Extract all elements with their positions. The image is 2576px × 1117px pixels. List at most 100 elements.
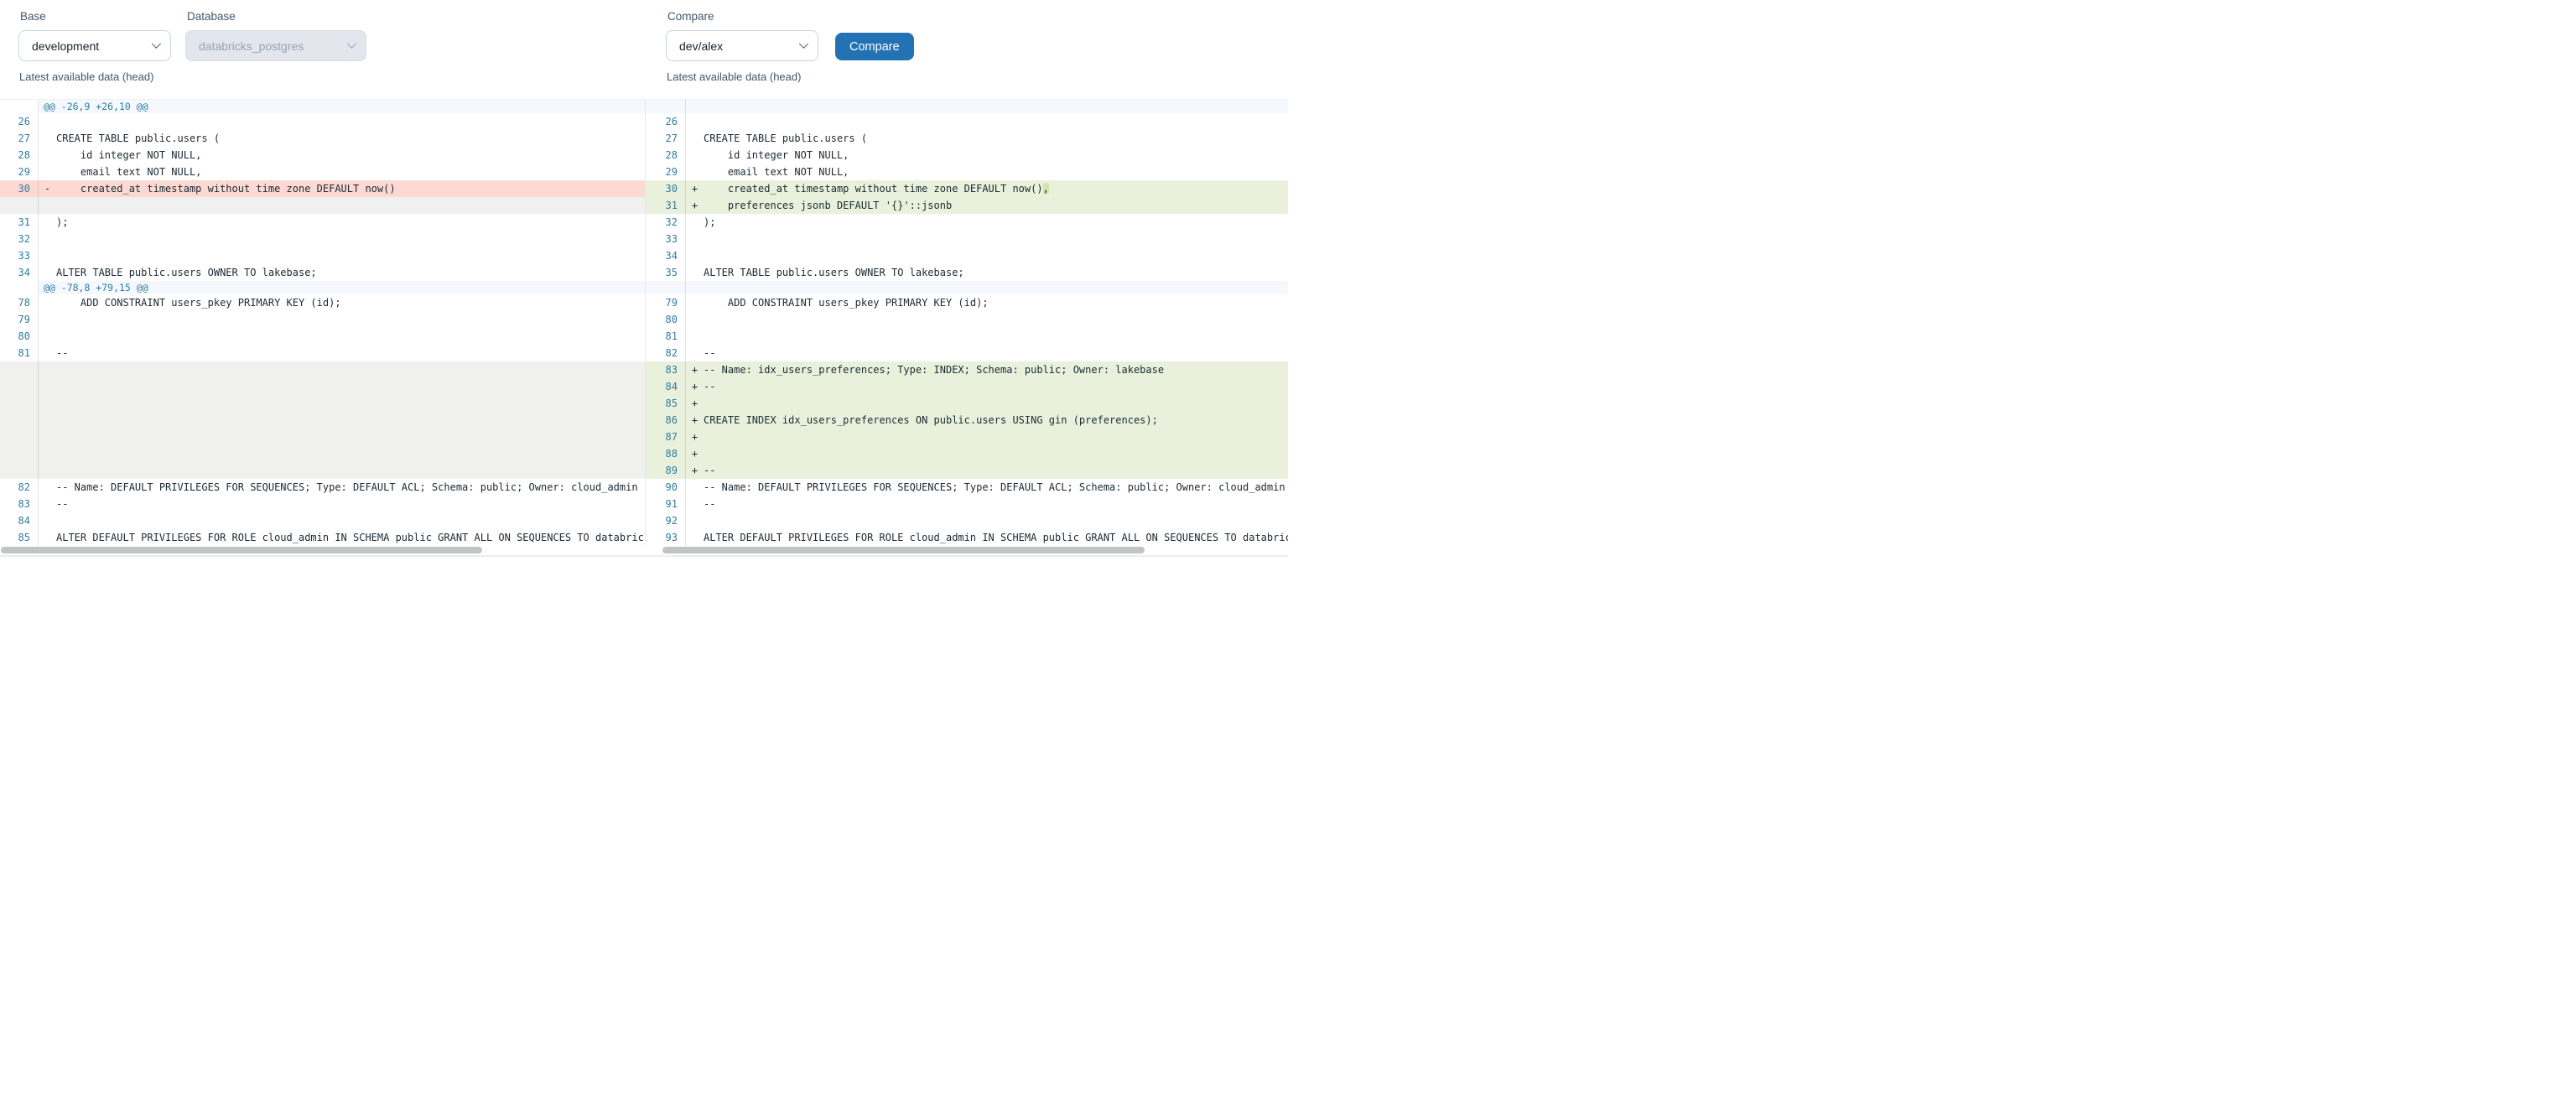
database-select-value: databricks_postgres <box>199 39 304 53</box>
spacer-row <box>0 395 645 412</box>
code-text: CREATE INDEX idx_users_preferences ON pu… <box>704 412 1288 429</box>
line-number: 30 <box>0 180 39 197</box>
base-select-value: development <box>32 39 99 53</box>
line-number: 27 <box>646 130 686 147</box>
line-number <box>0 361 39 378</box>
diff-marker <box>39 247 56 264</box>
diff-marker <box>686 345 704 361</box>
code-text: -- <box>704 496 1288 512</box>
line-number: 92 <box>646 512 686 529</box>
diff-marker <box>39 113 56 130</box>
diff-line-row: 34ALTER TABLE public.users OWNER TO lake… <box>0 264 645 281</box>
line-number: 28 <box>646 147 686 164</box>
code-text: ADD CONSTRAINT users_pkey PRIMARY KEY (i… <box>704 294 1288 311</box>
added-line-row: 84+-- <box>646 378 1288 395</box>
code-text: id integer NOT NULL, <box>704 147 1288 164</box>
line-number: 31 <box>0 214 39 231</box>
diff-marker <box>39 164 56 180</box>
diff-line-row: 91-- <box>646 496 1288 512</box>
code-text: -- <box>704 345 1288 361</box>
base-label: Base <box>20 10 171 23</box>
line-number: 28 <box>0 147 39 164</box>
hunk-header-text: @@ -78,8 +79,15 @@ <box>39 281 645 294</box>
line-number: 83 <box>646 361 686 378</box>
line-number: 84 <box>0 512 39 529</box>
line-number: 27 <box>0 130 39 147</box>
spacer-row <box>0 412 645 429</box>
line-number <box>0 100 39 113</box>
diff-marker <box>686 247 704 264</box>
diff-line-row: 27CREATE TABLE public.users ( <box>646 130 1288 147</box>
line-number: 80 <box>0 328 39 345</box>
code-text: ADD CONSTRAINT users_pkey PRIMARY KEY (i… <box>56 294 645 311</box>
diff-line-row: 29 email text NOT NULL, <box>646 164 1288 180</box>
horizontal-scrollbar-thumb-right[interactable] <box>662 547 1145 553</box>
code-text <box>56 311 645 328</box>
line-number <box>0 445 39 462</box>
diff-marker: + <box>686 180 704 197</box>
spacer-row <box>0 197 645 214</box>
line-number: 31 <box>646 197 686 214</box>
chevron-down-icon <box>152 39 161 48</box>
compare-select[interactable]: dev/alex <box>666 30 818 61</box>
diff-marker <box>39 328 56 345</box>
spacer-row <box>0 429 645 445</box>
added-line-row: 87+ <box>646 429 1288 445</box>
diff-line-row: 32); <box>646 214 1288 231</box>
line-number: 93 <box>646 529 686 546</box>
diff-marker <box>686 214 704 231</box>
code-text <box>56 512 645 529</box>
code-text: id integer NOT NULL, <box>56 147 645 164</box>
diff-line-row: 79 <box>0 311 645 328</box>
diff-marker <box>39 214 56 231</box>
line-number <box>0 281 39 294</box>
horizontal-scrollbar-thumb-left[interactable] <box>1 547 482 553</box>
diff-marker <box>39 130 56 147</box>
line-number: 26 <box>646 113 686 130</box>
diff-marker <box>686 294 704 311</box>
code-text: -- <box>56 345 645 361</box>
base-select[interactable]: development <box>18 30 171 61</box>
line-number: 34 <box>646 247 686 264</box>
diff-marker <box>686 147 704 164</box>
code-text: -- <box>704 378 1288 395</box>
line-number: 35 <box>646 264 686 281</box>
compare-button[interactable]: Compare <box>835 33 914 60</box>
diff-line-row: 26 <box>646 113 1288 130</box>
line-number: 84 <box>646 378 686 395</box>
line-number: 32 <box>0 231 39 247</box>
diff-marker <box>686 130 704 147</box>
code-text: ); <box>704 214 1288 231</box>
line-number: 80 <box>646 311 686 328</box>
hunk-header-row: @@ -78,8 +79,15 @@ <box>0 281 645 294</box>
diff-line-row: 80 <box>646 311 1288 328</box>
code-text: ALTER DEFAULT PRIVILEGES FOR ROLE cloud_… <box>56 529 645 546</box>
diff-pane-base: @@ -26,9 +26,10 @@2627CREATE TABLE publi… <box>0 100 645 546</box>
line-number <box>0 395 39 412</box>
code-text: -- Name: idx_users_preferences; Type: IN… <box>704 361 1288 378</box>
code-text: -- <box>704 462 1288 479</box>
line-number: 82 <box>646 345 686 361</box>
diff-line-row: 35ALTER TABLE public.users OWNER TO lake… <box>646 264 1288 281</box>
line-number <box>0 197 39 214</box>
diff-marker: + <box>686 378 704 395</box>
line-number: 33 <box>646 231 686 247</box>
diff-line-row: 33 <box>0 247 645 264</box>
code-text: ALTER DEFAULT PRIVILEGES FOR ROLE cloud_… <box>704 529 1288 546</box>
code-text <box>56 231 645 247</box>
line-number <box>646 281 686 294</box>
diff-marker: + <box>686 197 704 214</box>
hunk-header-row <box>646 100 1288 113</box>
chevron-down-icon <box>347 39 356 48</box>
line-number: 29 <box>0 164 39 180</box>
spacer-row <box>0 378 645 395</box>
diff-marker <box>39 147 56 164</box>
diff-marker <box>686 479 704 496</box>
removed-line-row: 30- created_at timestamp without time zo… <box>0 180 645 197</box>
diff-marker <box>39 231 56 247</box>
line-number <box>646 100 686 113</box>
diff-line-row: 81 <box>646 328 1288 345</box>
line-number <box>0 462 39 479</box>
line-number: 81 <box>0 345 39 361</box>
diff-marker <box>39 479 56 496</box>
